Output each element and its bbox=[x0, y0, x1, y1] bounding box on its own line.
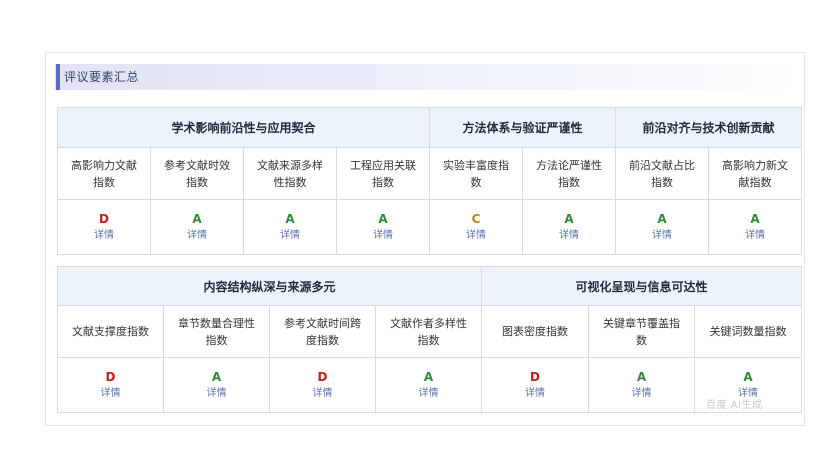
metric-name: 关键词数量指数 bbox=[694, 305, 803, 358]
grade-badge: C bbox=[471, 212, 481, 226]
group-header-row: 学术影响前沿性与应用契合 方法体系与验证严谨性 前沿对齐与技术创新贡献 bbox=[56, 107, 803, 148]
grade-row: D 详情 A 详情 D 详情 A 详情 D 详情 A 详情 A 详情 bbox=[57, 357, 803, 413]
section-title-accent bbox=[56, 64, 60, 90]
detail-link[interactable]: 详情 bbox=[523, 228, 615, 243]
detail-link[interactable]: 详情 bbox=[58, 228, 150, 243]
metric-name: 高影响力文献指数 bbox=[57, 147, 151, 200]
detail-link[interactable]: 详情 bbox=[164, 386, 269, 401]
group-header: 前沿对齐与技术创新贡献 bbox=[615, 107, 803, 148]
grade-badge: A bbox=[657, 212, 667, 226]
detail-link[interactable]: 详情 bbox=[616, 228, 708, 243]
group-header: 学术影响前沿性与应用契合 bbox=[56, 107, 431, 148]
detail-link[interactable]: 详情 bbox=[482, 386, 588, 401]
section-title: 评议要素汇总 bbox=[64, 70, 140, 84]
grade-badge: A bbox=[423, 370, 434, 384]
grade-cell: D 详情 bbox=[57, 199, 151, 255]
metric-name: 图表密度指数 bbox=[481, 305, 590, 358]
metric-name: 参考文献时间跨度指数 bbox=[269, 305, 376, 358]
grade-cell: D 详情 bbox=[57, 357, 164, 413]
grade-badge: D bbox=[530, 370, 540, 384]
group-header: 可视化呈现与信息可达性 bbox=[481, 266, 803, 306]
detail-link[interactable]: 详情 bbox=[376, 386, 481, 401]
grade-badge: A bbox=[564, 212, 574, 226]
metric-name: 前沿文献占比指数 bbox=[615, 147, 710, 200]
metric-name: 文献来源多样性指数 bbox=[243, 147, 337, 200]
metric-name: 高影响力新文献指数 bbox=[708, 147, 803, 200]
detail-link[interactable]: 详情 bbox=[589, 386, 694, 401]
grade-cell: C 详情 bbox=[429, 199, 524, 255]
detail-link[interactable]: 详情 bbox=[709, 228, 801, 243]
grade-badge: A bbox=[750, 212, 760, 226]
grade-badge: D bbox=[317, 370, 328, 384]
metric-name: 文献支撑度指数 bbox=[57, 305, 164, 358]
grade-cell: A 详情 bbox=[588, 357, 696, 413]
metric-name: 实验丰富度指数 bbox=[429, 147, 524, 200]
grade-badge: A bbox=[636, 370, 647, 384]
metric-name: 参考文献时效指数 bbox=[150, 147, 244, 200]
watermark: 百度 AI生成 bbox=[706, 400, 763, 411]
grade-cell: A 详情 bbox=[163, 357, 270, 413]
evaluation-table-2: 内容结构纵深与来源多元 可视化呈现与信息可达性 文献支撑度指数 章节数量合理性指… bbox=[56, 266, 803, 413]
detail-link[interactable]: 详情 bbox=[244, 228, 336, 243]
grade-cell: D 详情 bbox=[269, 357, 376, 413]
detail-link[interactable]: 详情 bbox=[58, 386, 163, 401]
grade-badge: D bbox=[99, 212, 109, 226]
grade-badge: A bbox=[211, 370, 222, 384]
evaluation-table-1: 学术影响前沿性与应用契合 方法体系与验证严谨性 前沿对齐与技术创新贡献 高影响力… bbox=[56, 107, 803, 255]
metric-name-row: 高影响力文献指数 参考文献时效指数 文献来源多样性指数 工程应用关联指数 实验丰… bbox=[57, 147, 803, 200]
grade-cell: A 详情 bbox=[243, 199, 337, 255]
grade-badge: A bbox=[378, 212, 388, 226]
metric-name: 章节数量合理性指数 bbox=[163, 305, 270, 358]
group-header: 方法体系与验证严谨性 bbox=[429, 107, 617, 148]
metric-name: 关键章节覆盖指数 bbox=[588, 305, 696, 358]
metric-name-row: 文献支撑度指数 章节数量合理性指数 参考文献时间跨度指数 文献作者多样性指数 图… bbox=[57, 305, 803, 358]
group-header: 内容结构纵深与来源多元 bbox=[56, 266, 483, 306]
grade-cell: A 详情 bbox=[615, 199, 710, 255]
grade-cell: D 详情 bbox=[481, 357, 590, 413]
section-title-bar bbox=[55, 64, 798, 90]
detail-link[interactable]: 详情 bbox=[337, 228, 429, 243]
grade-cell: A 详情 bbox=[522, 199, 617, 255]
grade-cell: A 详情 bbox=[374, 357, 483, 413]
grade-row: D 详情 A 详情 A 详情 A 详情 C 详情 A 详情 A 详情 A 详情 bbox=[57, 199, 803, 255]
grade-cell: A 详情 bbox=[708, 199, 803, 255]
grade-cell: A 详情 bbox=[150, 199, 244, 255]
detail-link[interactable]: 详情 bbox=[430, 228, 522, 243]
grade-badge: A bbox=[743, 370, 753, 384]
grade-badge: D bbox=[105, 370, 116, 384]
detail-link[interactable]: 详情 bbox=[151, 228, 243, 243]
grade-badge: A bbox=[285, 212, 295, 226]
group-header-row: 内容结构纵深与来源多元 可视化呈现与信息可达性 bbox=[56, 266, 803, 306]
metric-name: 方法论严谨性指数 bbox=[522, 147, 617, 200]
detail-link[interactable]: 详情 bbox=[270, 386, 375, 401]
grade-cell: A 详情 bbox=[335, 199, 431, 255]
metric-name: 文献作者多样性指数 bbox=[374, 305, 483, 358]
grade-badge: A bbox=[192, 212, 202, 226]
metric-name: 工程应用关联指数 bbox=[335, 147, 431, 200]
